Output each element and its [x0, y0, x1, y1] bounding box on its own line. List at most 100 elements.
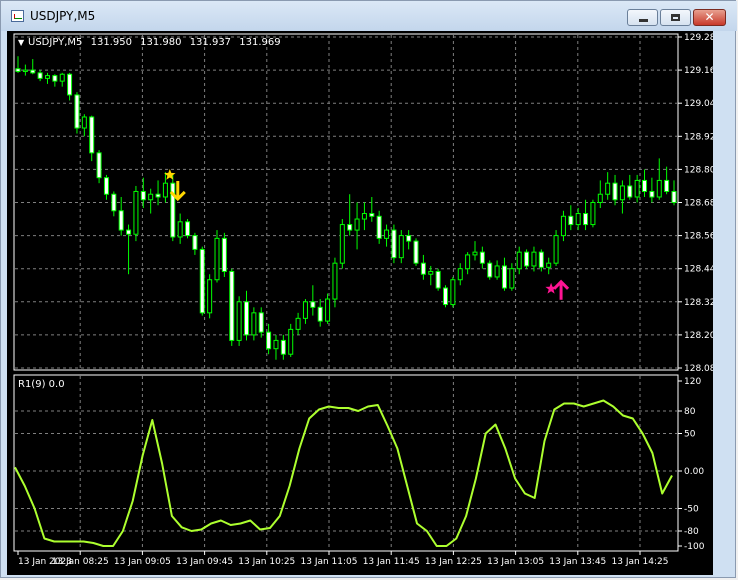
candle[interactable] [207, 274, 213, 319]
candle[interactable] [22, 64, 28, 76]
candle[interactable] [133, 185, 139, 242]
candle[interactable] [560, 210, 566, 242]
candle[interactable] [465, 252, 471, 275]
candle[interactable] [642, 169, 648, 197]
candle[interactable] [177, 213, 183, 244]
candle[interactable] [354, 202, 360, 250]
candle[interactable] [472, 241, 478, 261]
candle[interactable] [96, 150, 102, 184]
candle[interactable] [435, 268, 441, 291]
candle[interactable] [273, 334, 279, 360]
candle[interactable] [103, 174, 109, 200]
candle[interactable] [479, 246, 485, 269]
indicator-panel-frame [13, 374, 679, 552]
candle[interactable] [67, 72, 73, 101]
candle[interactable] [612, 174, 618, 206]
candle[interactable] [575, 208, 581, 231]
candle[interactable] [317, 299, 323, 327]
candle[interactable] [148, 188, 154, 214]
candle[interactable] [420, 254, 426, 280]
candle-body-bear [391, 229, 397, 259]
candle[interactable] [450, 276, 456, 308]
candle[interactable] [258, 307, 264, 338]
candle[interactable] [538, 249, 544, 272]
candle[interactable] [501, 257, 507, 291]
close-icon[interactable]: ✕ [693, 9, 726, 26]
candle[interactable] [59, 72, 65, 87]
candle[interactable] [524, 249, 530, 269]
candle[interactable] [406, 230, 412, 250]
candle[interactable] [126, 224, 132, 275]
candle[interactable] [295, 312, 301, 335]
chart-area[interactable]: 13 Jan 2023 13 Jan 08:25 13 Jan 09:05 13 Ja… [7, 31, 721, 575]
candle[interactable] [155, 180, 161, 206]
candle[interactable] [192, 232, 198, 255]
x-tick-label: 13 Jan 08:25 [52, 557, 109, 567]
candle[interactable] [302, 299, 308, 324]
candle[interactable] [487, 260, 493, 280]
candle[interactable] [347, 194, 353, 236]
candle[interactable] [170, 174, 176, 242]
header-symbol: USDJPY,M5 [28, 37, 82, 48]
candle-body-bull [597, 193, 603, 204]
candle[interactable] [361, 202, 367, 231]
candle[interactable] [81, 114, 87, 137]
candle[interactable] [243, 290, 249, 341]
candle[interactable] [229, 268, 235, 346]
candle[interactable] [280, 334, 286, 360]
candle[interactable] [369, 196, 375, 222]
chart-svg[interactable]: 13 Jan 202313 Jan 08:25 13 Jan 09:05 13 Ja… [7, 31, 721, 575]
maximize-icon[interactable] [660, 9, 691, 26]
candle[interactable] [332, 257, 338, 308]
candle[interactable] [74, 92, 80, 134]
candle[interactable] [310, 285, 316, 316]
candle[interactable] [553, 230, 559, 266]
candle[interactable] [236, 296, 242, 346]
candle[interactable] [494, 260, 500, 280]
candle[interactable] [251, 307, 257, 341]
candle[interactable] [162, 172, 168, 203]
candle[interactable] [30, 59, 36, 75]
candle[interactable] [325, 293, 331, 324]
candle[interactable] [37, 70, 43, 82]
candle[interactable] [52, 74, 58, 87]
candle[interactable] [531, 246, 537, 272]
candle[interactable] [509, 263, 515, 291]
candle[interactable] [376, 210, 382, 244]
candle[interactable] [619, 180, 625, 214]
candle[interactable] [568, 205, 574, 231]
candle-body-bear [258, 312, 264, 333]
candle[interactable] [627, 174, 633, 200]
candle[interactable] [590, 199, 596, 228]
candle[interactable] [457, 263, 463, 286]
candle[interactable] [15, 56, 21, 73]
candle[interactable] [339, 219, 345, 269]
candle[interactable] [649, 177, 655, 203]
candle[interactable] [671, 180, 677, 206]
candle[interactable] [597, 180, 603, 209]
candle[interactable] [583, 199, 589, 231]
candle[interactable] [391, 224, 397, 264]
minimize-icon[interactable] [627, 9, 658, 26]
candle[interactable] [443, 285, 449, 308]
candle[interactable] [185, 219, 191, 239]
candle[interactable] [221, 232, 227, 277]
candle[interactable] [214, 230, 220, 283]
candle[interactable] [288, 323, 294, 357]
candles[interactable] [15, 56, 677, 360]
candle[interactable] [634, 174, 640, 203]
candle[interactable] [89, 115, 95, 162]
candle[interactable] [44, 72, 50, 84]
candle[interactable] [413, 238, 419, 266]
title-bar[interactable]: USDJPY,M5 ✕ [1, 1, 737, 31]
candle[interactable] [516, 246, 522, 275]
candle[interactable] [656, 158, 662, 200]
candle[interactable] [199, 246, 205, 316]
candle[interactable] [664, 166, 670, 195]
price-header-menu-icon[interactable]: ▼ [18, 38, 25, 47]
candle[interactable] [398, 230, 404, 264]
candle[interactable] [384, 224, 390, 247]
candle[interactable] [605, 172, 611, 200]
candle[interactable] [111, 191, 117, 217]
candle[interactable] [546, 257, 552, 275]
